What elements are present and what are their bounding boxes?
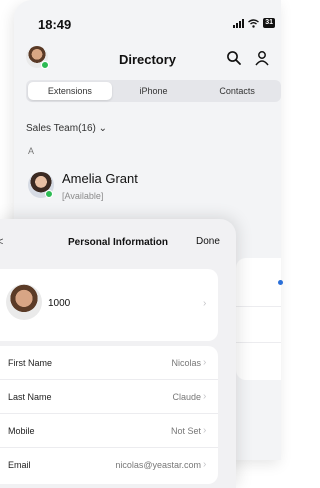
field-value: Claude [172, 392, 201, 402]
wifi-icon [248, 18, 260, 28]
battery-icon: 31 [263, 18, 275, 28]
field-row-email[interactable]: Email nicolas@yeastar.com › [0, 448, 218, 482]
field-row-first-name[interactable]: First Name Nicolas › [0, 346, 218, 380]
unread-dot-icon [278, 280, 283, 285]
group-selector[interactable]: Sales Team(16) ⌄ [26, 123, 107, 134]
contact-status: [Available] [62, 191, 104, 201]
extension-card[interactable]: 1000 › [0, 269, 218, 341]
divider [236, 306, 281, 307]
tab-contacts[interactable]: Contacts [195, 82, 279, 100]
tab-extensions[interactable]: Extensions [28, 82, 112, 100]
chevron-right-icon: › [203, 459, 207, 470]
personal-information-sheet: < Personal Information Done 1000 › First… [0, 219, 236, 488]
chevron-right-icon: › [203, 357, 207, 368]
chevron-right-icon: › [203, 298, 207, 309]
contact-name: Amelia Grant [62, 171, 138, 186]
background-card [236, 258, 283, 380]
section-letter: A [28, 146, 35, 156]
search-icon[interactable] [226, 50, 242, 66]
divider [236, 342, 281, 343]
field-label: First Name [8, 358, 53, 368]
done-button[interactable]: Done [196, 236, 220, 247]
field-label: Mobile [8, 426, 35, 436]
person-icon[interactable] [254, 50, 270, 66]
profile-avatar[interactable] [6, 284, 42, 320]
field-row-last-name[interactable]: Last Name Claude › [0, 380, 218, 414]
chevron-right-icon: › [203, 391, 207, 402]
status-bar: 18:49 31 [14, 0, 281, 40]
field-value: nicolas@yeastar.com [115, 460, 201, 470]
field-value: Not Set [170, 426, 201, 436]
field-label: Last Name [8, 392, 52, 402]
field-row-mobile[interactable]: Mobile Not Set › [0, 414, 218, 448]
field-label: Email [8, 460, 31, 470]
directory-tabs: Extensions iPhone Contacts [26, 80, 281, 102]
info-card: First Name Nicolas › Last Name Claude › … [0, 346, 218, 484]
tab-iphone[interactable]: iPhone [112, 82, 196, 100]
status-time: 18:49 [38, 17, 72, 32]
directory-header: Directory [14, 40, 281, 80]
extension-number: 1000 [48, 298, 71, 309]
status-icons: 31 [233, 18, 275, 28]
chevron-right-icon: › [203, 425, 207, 436]
presence-dot-icon [45, 190, 53, 198]
field-value: Nicolas [171, 358, 201, 368]
signal-icon [233, 18, 245, 28]
